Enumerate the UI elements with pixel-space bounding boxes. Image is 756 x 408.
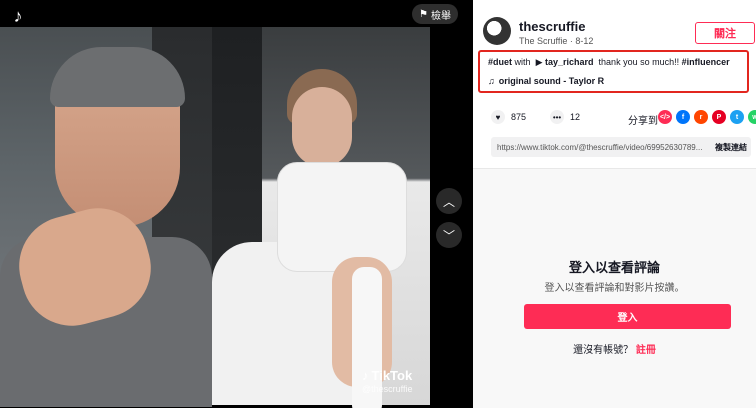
mention-link[interactable]: tay_richard	[545, 57, 594, 67]
no-account-text: 還沒有帳號？	[573, 345, 634, 356]
reddit-icon[interactable]: r	[694, 110, 708, 124]
caption-with: with	[514, 57, 531, 67]
duet-right-video	[212, 27, 430, 408]
share-icons: </> f r P t w	[658, 110, 756, 124]
login-button[interactable]: 登入	[524, 304, 731, 329]
chevron-up-icon: ︿	[442, 194, 455, 209]
facebook-icon[interactable]: f	[676, 110, 690, 124]
twitter-icon[interactable]: t	[730, 110, 744, 124]
hashtag-influencer[interactable]: #influencer	[682, 57, 730, 67]
author-avatar[interactable]	[483, 17, 511, 45]
heart-icon[interactable]: ♥	[491, 110, 505, 124]
comment-count: 12	[570, 112, 581, 122]
next-video-button[interactable]: ﹀	[436, 222, 462, 248]
flag-icon: ⚑	[419, 8, 428, 20]
chevron-down-icon: ﹀	[442, 228, 455, 243]
comment-icon[interactable]: •••	[550, 110, 565, 124]
engagement-stats: ♥ 875 ••• 12	[491, 110, 580, 124]
follow-button[interactable]: 關注	[695, 22, 755, 44]
app-root: ♪ ⚑ 檢舉 ︿ ﹀ ♪ TikTok @thescruffie thescru…	[0, 0, 756, 408]
signup-prompt: 還沒有帳號？ 註冊	[473, 341, 756, 356]
watermark-user: @thescruffie	[362, 384, 413, 394]
tiktok-logo-icon[interactable]: ♪	[8, 6, 28, 26]
login-title: 登入以查看評論	[568, 260, 660, 275]
play-icon: ▶	[535, 57, 543, 67]
comments-section: 登入以查看評論 登入以查看評論和對影片按讚。 登入 還沒有帳號？ 註冊	[473, 168, 756, 408]
author-username[interactable]: thescruffie	[519, 19, 585, 34]
pinterest-icon[interactable]: P	[712, 110, 726, 124]
hashtag-duet[interactable]: #duet	[488, 57, 512, 67]
watermark-brand: TikTok	[371, 368, 413, 383]
whatsapp-icon[interactable]: w	[748, 110, 756, 124]
sound-link[interactable]: ♫ original sound - Taylor R	[488, 76, 604, 86]
embed-icon[interactable]: </>	[658, 110, 672, 124]
like-count: 875	[511, 112, 527, 122]
video-url[interactable]: https://www.tiktok.com/@thescruffie/vide…	[497, 143, 711, 152]
report-label: 檢舉	[430, 10, 451, 22]
video-link-bar: https://www.tiktok.com/@thescruffie/vide…	[491, 137, 751, 157]
music-note-icon: ♫	[488, 76, 495, 86]
share-label: 分享到	[628, 116, 658, 127]
video-info-panel: thescruffie The Scruffie · 8-12 關注 #duet…	[473, 0, 756, 408]
video-caption: #duet with ▶ tay_richard thank you so mu…	[488, 57, 730, 68]
signup-link[interactable]: 註冊	[636, 345, 656, 356]
duet-left-video	[0, 27, 212, 407]
copy-link-button[interactable]: 複製連結	[711, 142, 751, 153]
tiktok-note-icon: ♪	[362, 368, 369, 383]
login-subtitle: 登入以查看評論和對影片按讚。	[544, 283, 685, 294]
caption-highlight: #duet with ▶ tay_richard thank you so mu…	[478, 50, 749, 93]
caption-text: thank you so much!!	[598, 57, 680, 67]
author-subline: The Scruffie · 8-12	[519, 36, 594, 46]
sound-name: original sound - Taylor R	[498, 76, 605, 86]
video-watermark: ♪ TikTok @thescruffie	[362, 368, 413, 394]
previous-video-button[interactable]: ︿	[436, 188, 462, 214]
report-button[interactable]: ⚑ 檢舉	[412, 4, 458, 24]
video-player[interactable]: ♪ ⚑ 檢舉 ︿ ﹀ ♪ TikTok @thescruffie	[0, 0, 473, 408]
